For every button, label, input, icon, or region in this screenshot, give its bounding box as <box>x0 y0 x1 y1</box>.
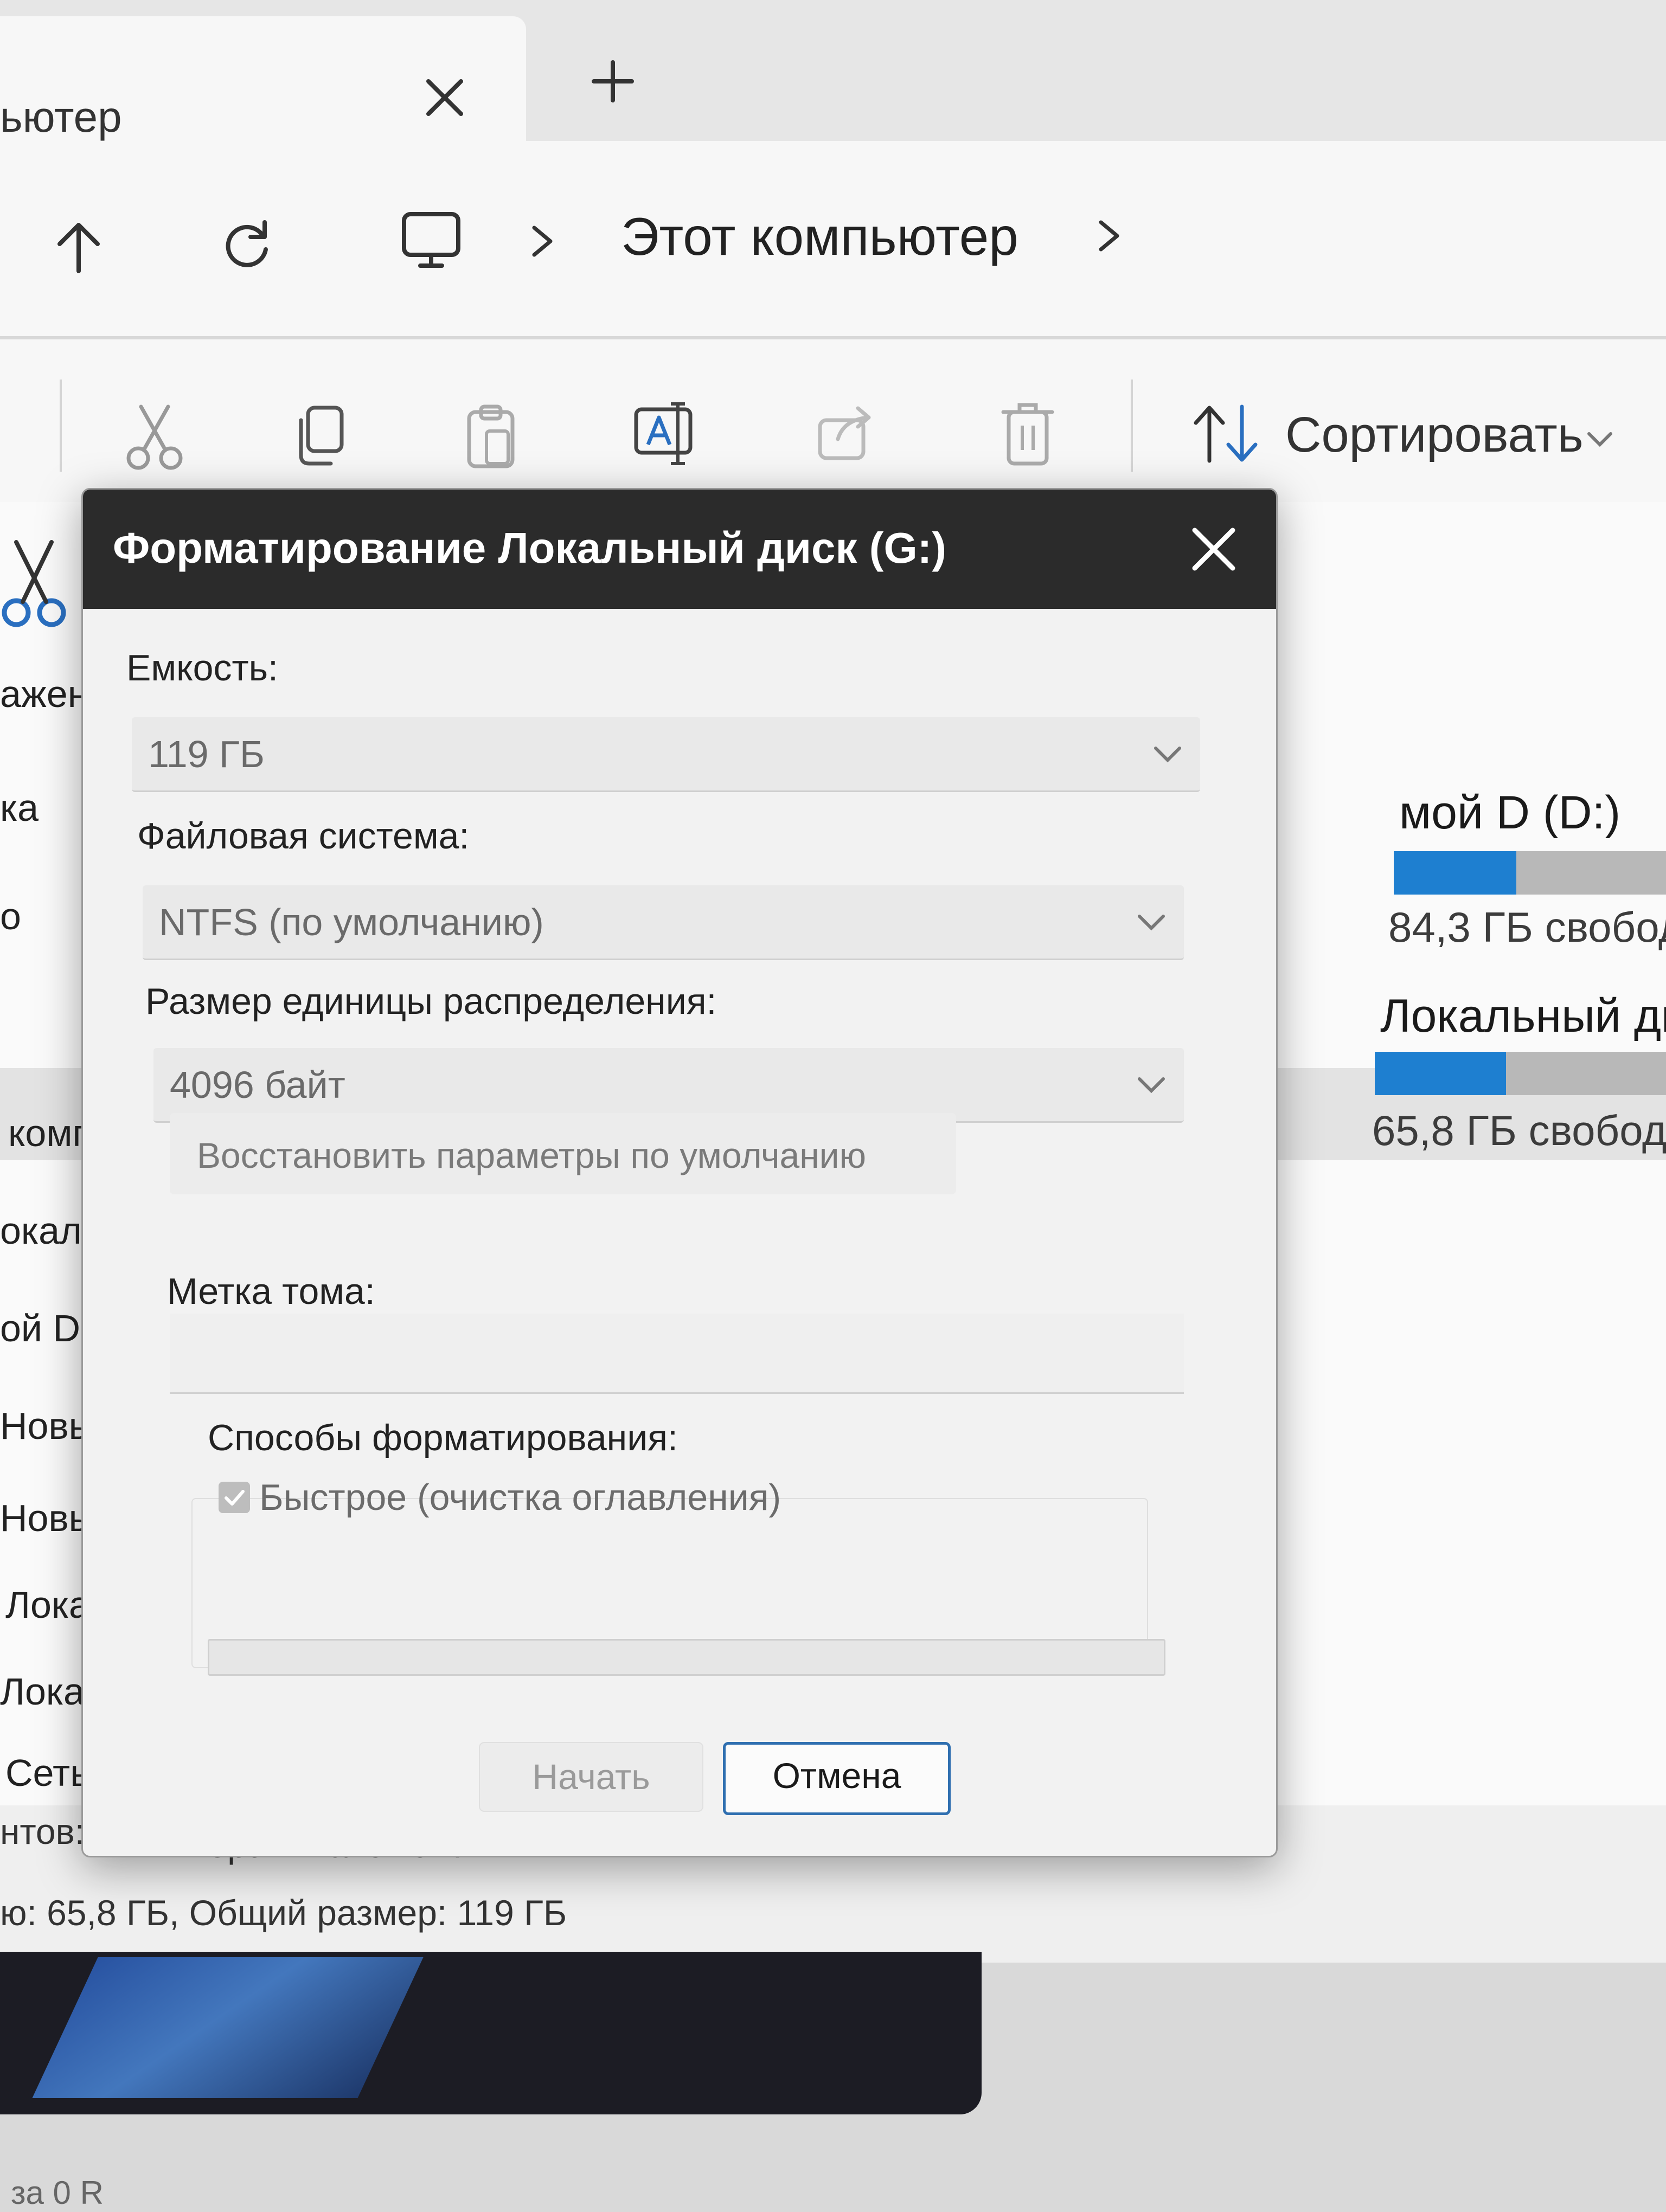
allocation-unit-value: 4096 байт <box>170 1064 345 1106</box>
drive-name: мой D (D:) <box>1399 787 1621 839</box>
sort-button[interactable]: Сортировать <box>1285 407 1584 464</box>
sidebar-item[interactable]: о <box>0 895 21 938</box>
capacity-value: 119 ГБ <box>148 733 265 775</box>
drive-usage-bar <box>1394 851 1666 895</box>
dialog-title: Форматирование Локальный диск (G:) <box>113 524 946 572</box>
format-progress-bar <box>208 1639 1165 1676</box>
cancel-button[interactable]: Отмена <box>723 1742 951 1815</box>
chevron-right-icon[interactable] <box>523 220 561 263</box>
drive-usage-fill <box>1375 1052 1506 1095</box>
plus-icon[interactable] <box>586 54 640 108</box>
bottom-text: за 0 R <box>11 2175 104 2211</box>
rename-icon[interactable] <box>632 398 697 469</box>
breadcrumb-this-pc[interactable]: Этот компьютер <box>621 206 1018 267</box>
computer-icon[interactable] <box>399 209 464 274</box>
quick-format-label[interactable]: Быстрое (очистка оглавления) <box>259 1476 781 1519</box>
copy-icon[interactable] <box>287 401 353 472</box>
chevron-right-icon[interactable] <box>1090 214 1128 258</box>
close-icon[interactable] <box>418 70 472 125</box>
chevron-down-icon <box>1135 1072 1168 1097</box>
file-system-select[interactable]: NTFS (по умолчанию) <box>143 885 1184 960</box>
tab-this-pc[interactable]: ьютер <box>0 16 526 141</box>
divider <box>60 380 62 472</box>
share-icon[interactable] <box>813 398 879 469</box>
dialog-titlebar: Форматирование Локальный диск (G:) <box>83 490 1276 609</box>
cut-icon[interactable] <box>0 537 71 629</box>
drive-free-space: 84,3 ГБ свобод <box>1388 903 1666 951</box>
allocation-unit-label: Размер единицы распределения: <box>145 981 717 1022</box>
drive-name: Локальный ди <box>1380 990 1666 1042</box>
volume-label-label: Метка тома: <box>167 1271 375 1312</box>
start-button[interactable]: Начать <box>479 1742 703 1812</box>
close-icon[interactable] <box>1184 519 1244 579</box>
refresh-icon[interactable] <box>217 214 277 274</box>
capacity-label: Емкость: <box>126 647 278 689</box>
restore-defaults-label: Восстановить параметры по умолчанию <box>197 1135 867 1175</box>
drive-usage-fill <box>1394 851 1516 895</box>
file-system-label: Файловая система: <box>137 815 470 857</box>
sort-icon[interactable] <box>1190 401 1261 466</box>
divider <box>1131 380 1133 472</box>
capacity-select[interactable]: 119 ГБ <box>132 717 1200 792</box>
chevron-down-icon <box>1135 910 1168 934</box>
status-item-sizes: ю: 65,8 ГБ, Общий размер: 119 ГБ <box>0 1893 567 1933</box>
restore-defaults-button[interactable]: Восстановить параметры по умолчанию <box>170 1113 956 1194</box>
chevron-down-icon <box>1151 742 1184 766</box>
format-options-label: Способы форматирования: <box>208 1417 678 1458</box>
drive-free-space: 65,8 ГБ свободн <box>1372 1107 1666 1154</box>
allocation-unit-select[interactable]: 4096 байт <box>153 1048 1184 1123</box>
cut-icon[interactable] <box>122 401 187 472</box>
paste-icon[interactable] <box>458 401 523 472</box>
arrow-up-icon[interactable] <box>52 217 106 276</box>
delete-icon[interactable] <box>995 398 1060 469</box>
volume-label-input[interactable] <box>170 1314 1184 1394</box>
sidebar-item-network[interactable]: Сеть <box>5 1751 90 1795</box>
drive-usage-bar <box>1375 1052 1666 1095</box>
sidebar-item[interactable]: ажен <box>0 672 88 716</box>
quick-format-checkbox[interactable] <box>219 1482 250 1513</box>
format-dialog: Форматирование Локальный диск (G:) Емкос… <box>81 488 1278 1857</box>
chevron-down-icon[interactable] <box>1584 426 1616 453</box>
tab-title: ьютер <box>0 93 122 141</box>
file-system-value: NTFS (по умолчанию) <box>159 901 544 943</box>
thumbnail-image <box>32 1957 424 2098</box>
sidebar-item[interactable]: ка <box>0 786 39 829</box>
